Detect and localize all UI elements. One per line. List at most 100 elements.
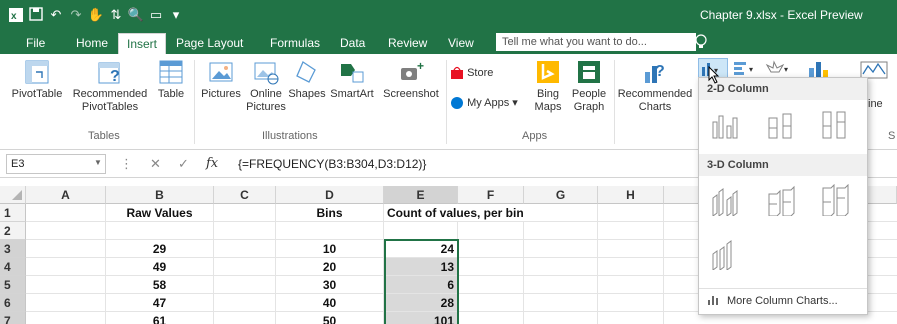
cell-b7[interactable]: 61 <box>106 312 214 324</box>
tab-view[interactable]: View <box>440 33 482 54</box>
recommended-pivottables-button[interactable]: ? Recommended PivotTables <box>68 58 152 114</box>
shapes-button[interactable]: Shapes <box>286 58 328 101</box>
cell-d5[interactable]: 30 <box>276 276 384 294</box>
cell-g1[interactable] <box>524 204 598 222</box>
cell-a2[interactable] <box>26 222 106 240</box>
sort-icon[interactable]: ⇅ <box>106 5 126 25</box>
cell-e7[interactable]: 101 <box>384 312 458 324</box>
redo-icon[interactable]: ↷ <box>66 5 86 25</box>
3d-100-stacked-column-option[interactable] <box>817 183 855 217</box>
row-header-4[interactable]: 4 <box>0 258 26 276</box>
cell-a1[interactable] <box>26 204 106 222</box>
cell-h5[interactable] <box>598 276 664 294</box>
cell-e1[interactable]: Count of values, per bin <box>384 204 524 222</box>
column-header-d[interactable]: D <box>276 186 384 204</box>
cell-h1[interactable] <box>598 204 664 222</box>
cell-c2[interactable] <box>214 222 276 240</box>
cell-h7[interactable] <box>598 312 664 324</box>
cell-g2[interactable] <box>524 222 598 240</box>
more-column-charts-link[interactable]: More Column Charts... <box>699 288 867 312</box>
print-preview-icon[interactable]: 🔍 <box>126 5 146 25</box>
undo-icon[interactable]: ↶ <box>46 5 66 25</box>
tab-insert[interactable]: Insert <box>118 33 167 54</box>
tab-data[interactable]: Data <box>332 33 373 54</box>
row-header-1[interactable]: 1 <box>0 204 26 222</box>
3d-clustered-column-option[interactable] <box>709 184 747 217</box>
formula-input[interactable]: {=FREQUENCY(B3:B304,D3:D12)} <box>238 154 426 174</box>
row-header-3[interactable]: 3 <box>0 240 26 258</box>
cell-g7[interactable] <box>524 312 598 324</box>
cell-f1[interactable] <box>458 204 524 222</box>
cell-h3[interactable] <box>598 240 664 258</box>
row-header-5[interactable]: 5 <box>0 276 26 294</box>
tab-home[interactable]: Home <box>68 33 116 54</box>
cell-c3[interactable] <box>214 240 276 258</box>
tab-review[interactable]: Review <box>380 33 435 54</box>
cell-d1[interactable]: Bins <box>276 204 384 222</box>
cell-d3[interactable]: 10 <box>276 240 384 258</box>
my-apps-button[interactable]: My Apps ▾ <box>450 96 530 110</box>
tab-page-layout[interactable]: Page Layout <box>168 33 251 54</box>
cell-d4[interactable]: 20 <box>276 258 384 276</box>
cell-e6[interactable]: 28 <box>384 294 458 312</box>
cell-d2[interactable] <box>276 222 384 240</box>
cell-h4[interactable] <box>598 258 664 276</box>
cell-d7[interactable]: 50 <box>276 312 384 324</box>
enter-icon[interactable]: ✓ <box>178 156 189 172</box>
cell-a4[interactable] <box>26 258 106 276</box>
row-header-6[interactable]: 6 <box>0 294 26 312</box>
stacked-column-option[interactable] <box>763 108 801 140</box>
cell-f4[interactable] <box>458 258 524 276</box>
cell-e3[interactable]: 24 <box>384 240 458 258</box>
clustered-column-option[interactable] <box>709 108 747 140</box>
name-box-dropdown-icon[interactable]: ▼ <box>94 158 102 167</box>
cell-e5[interactable]: 6 <box>384 276 458 294</box>
store-button[interactable]: Store <box>450 66 512 80</box>
column-header-f[interactable]: F <box>458 186 524 204</box>
bing-maps-button[interactable]: Bing Maps <box>528 58 568 114</box>
row-header-2[interactable]: 2 <box>0 222 26 240</box>
cell-b2[interactable] <box>106 222 214 240</box>
cell-e4[interactable]: 13 <box>384 258 458 276</box>
screenshot-button[interactable]: + Screenshot <box>378 58 444 101</box>
3d-column-option[interactable] <box>709 238 747 271</box>
cell-b1[interactable]: Raw Values <box>106 204 214 222</box>
column-header-c[interactable]: C <box>214 186 276 204</box>
name-box[interactable]: E3 <box>6 154 106 174</box>
cell-b3[interactable]: 29 <box>106 240 214 258</box>
cell-c5[interactable] <box>214 276 276 294</box>
open-icon[interactable]: ▭ <box>146 5 166 25</box>
column-header-e[interactable]: E <box>384 186 458 204</box>
100-stacked-column-option[interactable] <box>817 108 855 140</box>
tab-formulas[interactable]: Formulas <box>262 33 328 54</box>
cell-f7[interactable] <box>458 312 524 324</box>
cell-b5[interactable]: 58 <box>106 276 214 294</box>
3d-stacked-column-option[interactable] <box>763 184 801 217</box>
cell-g6[interactable] <box>524 294 598 312</box>
cell-c6[interactable] <box>214 294 276 312</box>
cell-f3[interactable] <box>458 240 524 258</box>
cell-b4[interactable]: 49 <box>106 258 214 276</box>
cell-a7[interactable] <box>26 312 106 324</box>
recommended-charts-button[interactable]: ? Recommended Charts <box>616 58 694 114</box>
cancel-icon[interactable]: ✕ <box>150 156 161 172</box>
table-button[interactable]: Table <box>152 58 190 101</box>
cell-g4[interactable] <box>524 258 598 276</box>
column-header-g[interactable]: G <box>524 186 598 204</box>
cell-c7[interactable] <box>214 312 276 324</box>
save-icon[interactable] <box>26 5 46 25</box>
cell-f2[interactable] <box>458 222 524 240</box>
cell-g5[interactable] <box>524 276 598 294</box>
online-pictures-button[interactable]: Online Pictures <box>244 58 288 114</box>
pivottable-button[interactable]: PivotTable <box>6 58 68 101</box>
cell-e2[interactable] <box>384 222 458 240</box>
pictures-button[interactable]: Pictures <box>198 58 244 101</box>
cell-a3[interactable] <box>26 240 106 258</box>
cell-b6[interactable]: 47 <box>106 294 214 312</box>
cell-d6[interactable]: 40 <box>276 294 384 312</box>
touch-mode-icon[interactable]: ✋ <box>86 5 106 25</box>
cell-f5[interactable] <box>458 276 524 294</box>
cell-g3[interactable] <box>524 240 598 258</box>
row-header-7[interactable]: 7 <box>0 312 26 324</box>
people-graph-button[interactable]: People Graph <box>566 58 612 114</box>
